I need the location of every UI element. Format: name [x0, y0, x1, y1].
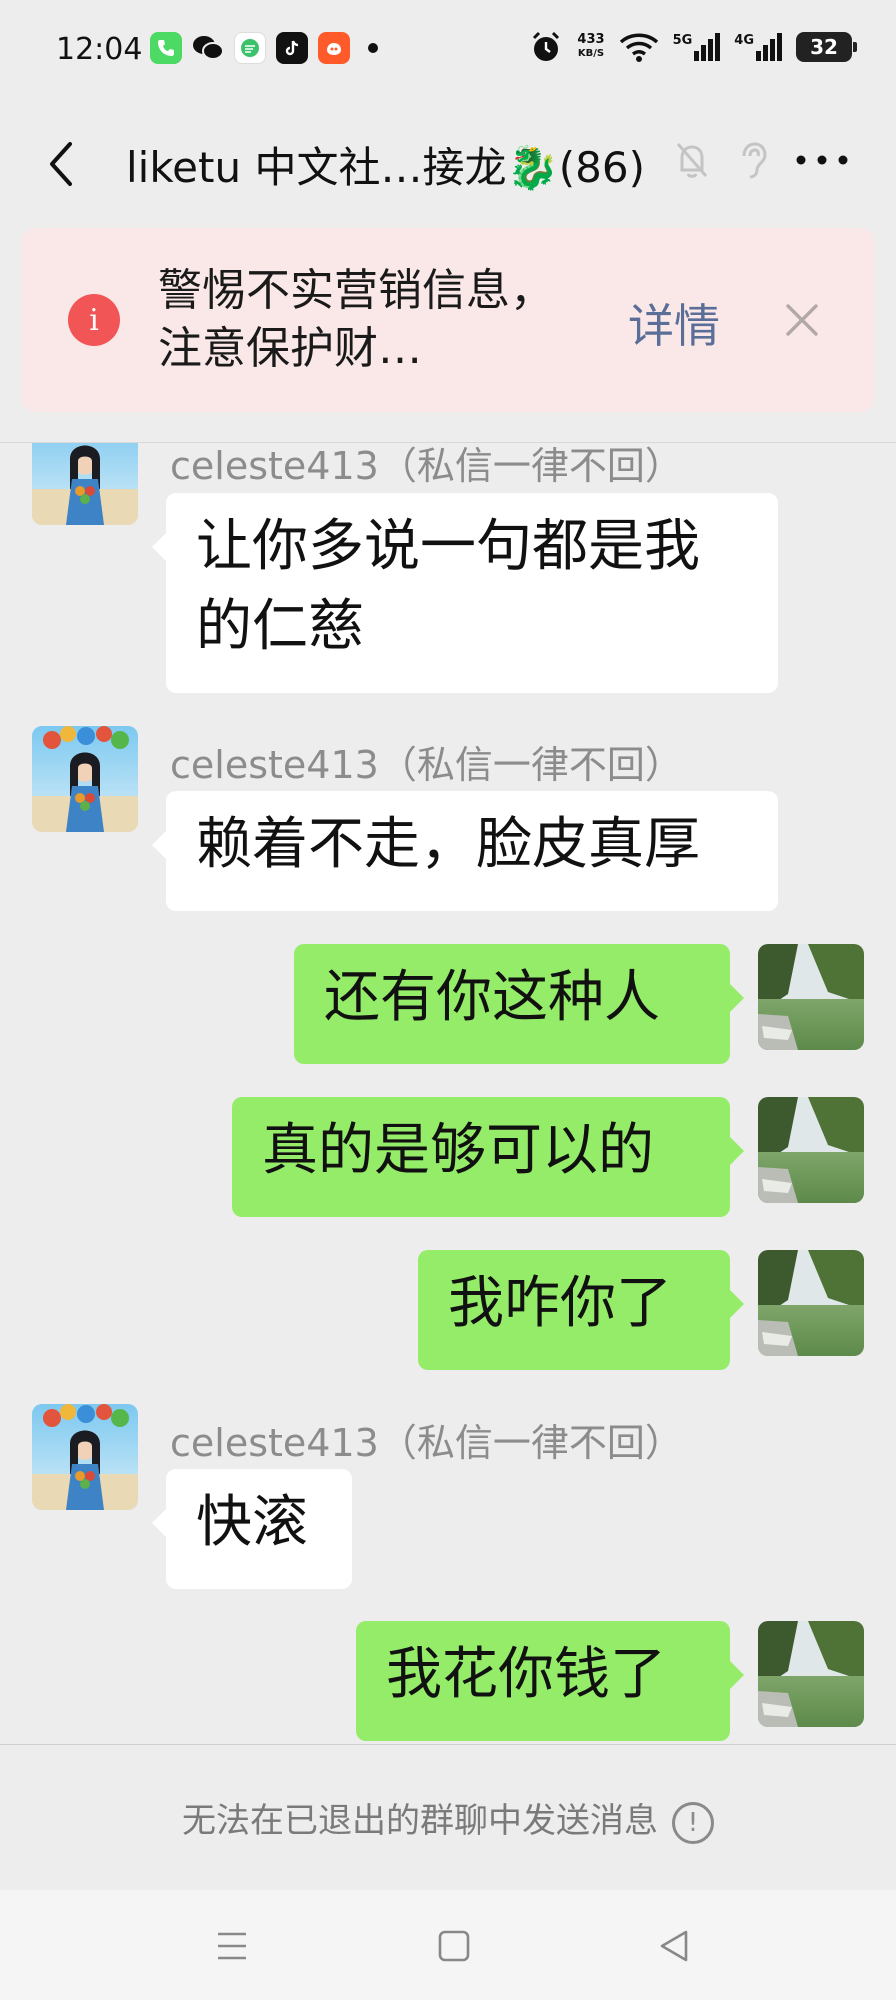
message-list[interactable]: celeste413（私信一律不回） 让你多说一句都是我的仁慈 celeste4…	[0, 443, 896, 1745]
status-bar: 12:04 433 KB/S 5G 4G 32	[0, 0, 896, 100]
warning-text: 警惕不实营销信息，注意保护财…	[158, 265, 554, 374]
signal-5g: 5G	[673, 33, 721, 61]
warning-close-button[interactable]	[776, 294, 828, 346]
status-app-icons	[150, 32, 378, 64]
sender-avatar[interactable]	[32, 1404, 138, 1510]
menu-icon	[218, 1932, 246, 1960]
back-button[interactable]	[36, 134, 86, 194]
chevron-left-icon	[50, 142, 72, 186]
signal-4g-label: 4G	[734, 33, 754, 48]
signal-4g: 4G	[734, 33, 782, 61]
message-bubble-outgoing[interactable]: 还有你这种人	[294, 944, 744, 1064]
nav-back-button[interactable]	[654, 1926, 694, 1966]
my-avatar[interactable]	[758, 1250, 864, 1356]
my-avatar[interactable]	[758, 1097, 864, 1203]
message-bubble-outgoing[interactable]: 我花你钱了	[356, 1621, 744, 1741]
sender-name: celeste413（私信一律不回）	[170, 1421, 683, 1465]
nav-menu-button[interactable]	[212, 1926, 252, 1966]
message-bubble-incoming[interactable]: 让你多说一句都是我的仁慈	[152, 493, 778, 693]
close-icon	[786, 304, 818, 336]
battery-indicator: 32	[796, 32, 857, 62]
cannot-send-text: 无法在已退出的群聊中发送消息	[182, 1801, 658, 1841]
phone-icon	[150, 32, 182, 64]
avatar-lake-landscape-icon	[758, 1250, 864, 1356]
network-speed-value: 433	[577, 32, 605, 47]
nav-home-button[interactable]	[434, 1926, 474, 1966]
more-notifications-dot	[368, 43, 378, 53]
bell-off-icon	[676, 143, 708, 178]
message-bubble-incoming[interactable]: 赖着不走，脸皮真厚	[152, 791, 778, 911]
avatar-girl-balloons-icon	[32, 1404, 138, 1510]
exclamation-icon[interactable]: !	[672, 1801, 714, 1844]
system-nav-bar	[0, 1890, 896, 2000]
chat-title: liketu 中文社…接龙🐉(86)	[126, 143, 645, 192]
more-button[interactable]	[796, 140, 856, 180]
avatar-girl-balloons-icon	[32, 726, 138, 832]
battery-level: 32	[810, 35, 838, 59]
status-time: 12:04	[56, 32, 143, 67]
avatar-girl-balloons-icon	[32, 443, 138, 525]
chat-app-icon	[234, 32, 266, 64]
info-icon: i	[68, 294, 120, 346]
avatar-lake-landscape-icon	[758, 1097, 864, 1203]
input-area-notice: 无法在已退出的群聊中发送消息!	[0, 1745, 896, 1890]
ear-icon	[742, 142, 767, 179]
sender-name: celeste413（私信一律不回）	[170, 743, 683, 787]
more-horizontal-icon	[796, 155, 848, 165]
sender-avatar[interactable]	[32, 726, 138, 832]
cannot-send-notice: 无法在已退出的群聊中发送消息!	[0, 1793, 896, 1844]
alarm-icon	[533, 31, 560, 61]
avatar-lake-landscape-icon	[758, 1621, 864, 1727]
network-speed-unit: KB/S	[577, 48, 605, 59]
warning-banner: i 警惕不实营销信息，注意保护财… 详情	[22, 228, 874, 412]
tiktok-icon	[276, 32, 308, 64]
signal-5g-label: 5G	[672, 33, 693, 48]
sender-avatar[interactable]	[32, 443, 138, 525]
warning-detail-link[interactable]: 详情	[628, 290, 720, 356]
triangle-back-icon	[660, 1930, 688, 1962]
status-indicators: 433 KB/S 5G 4G 32	[529, 30, 857, 64]
message-bubble-incoming[interactable]: 快滚	[152, 1469, 352, 1589]
taobao-icon	[318, 32, 350, 64]
message-bubble-outgoing[interactable]: 真的是够可以的	[232, 1097, 744, 1217]
header-icons	[674, 140, 856, 180]
message-bubble-outgoing[interactable]: 我咋你了	[418, 1250, 744, 1370]
wifi-icon	[619, 33, 658, 62]
network-speed: 433 KB/S	[577, 33, 604, 61]
sender-name: celeste413（私信一律不回）	[170, 444, 683, 488]
my-avatar[interactable]	[758, 944, 864, 1050]
avatar-lake-landscape-icon	[758, 944, 864, 1050]
wechat-icon	[192, 32, 224, 64]
chat-header: liketu 中文社…接龙🐉(86)	[0, 100, 896, 226]
square-icon	[438, 1930, 470, 1962]
my-avatar[interactable]	[758, 1621, 864, 1727]
